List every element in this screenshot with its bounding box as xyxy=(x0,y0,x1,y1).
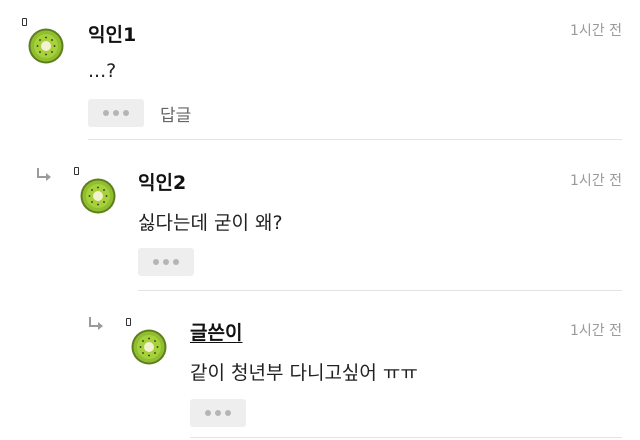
badge-icon xyxy=(22,18,27,26)
reply-arrow-icon xyxy=(88,315,104,331)
divider xyxy=(190,437,622,438)
comment-author[interactable]: 글쓴이 xyxy=(190,318,242,345)
reply-arrow-icon xyxy=(36,166,52,182)
dot-icon xyxy=(225,410,231,416)
dot-icon xyxy=(173,259,179,265)
dot-icon xyxy=(113,110,119,116)
comment-time: 1시간 전 xyxy=(570,173,622,189)
reply-button[interactable]: 답글 xyxy=(160,101,191,126)
more-options-button[interactable] xyxy=(138,248,194,276)
comment-text: 싫다는데 굳이 왜? xyxy=(138,212,283,234)
badge-icon xyxy=(74,167,79,175)
comment-text: ...? xyxy=(88,60,117,82)
comment-text: 같이 청년부 다니고싶어 ㅠㅠ xyxy=(190,362,418,384)
kiwi-avatar-icon[interactable] xyxy=(80,178,116,214)
kiwi-avatar-icon[interactable] xyxy=(131,329,167,365)
dot-icon xyxy=(163,259,169,265)
kiwi-avatar-icon[interactable] xyxy=(28,28,64,64)
comment-time: 1시간 전 xyxy=(570,323,622,339)
more-options-button[interactable] xyxy=(190,399,246,427)
more-options-button[interactable] xyxy=(88,99,144,127)
comment-author[interactable]: 익인2 xyxy=(138,168,186,195)
dot-icon xyxy=(215,410,221,416)
badge-icon xyxy=(126,318,131,326)
comment-author[interactable]: 익인1 xyxy=(88,20,136,47)
divider xyxy=(138,290,622,291)
dot-icon xyxy=(123,110,129,116)
dot-icon xyxy=(153,259,159,265)
comment-time: 1시간 전 xyxy=(570,23,622,39)
dot-icon xyxy=(205,410,211,416)
divider xyxy=(88,139,622,140)
dot-icon xyxy=(103,110,109,116)
